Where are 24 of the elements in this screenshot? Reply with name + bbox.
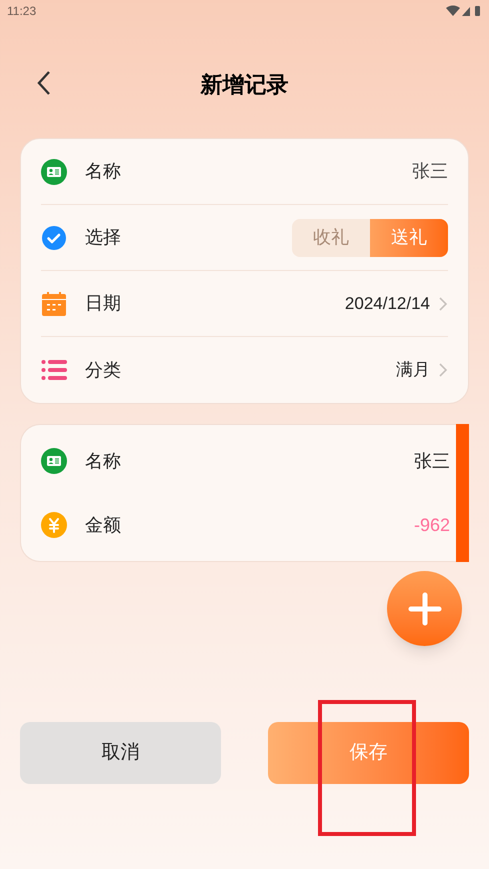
- field-value: -962: [414, 514, 450, 536]
- status-time: 11:23: [7, 3, 36, 20]
- plus-icon: [408, 592, 442, 626]
- field-value: 张三: [412, 160, 448, 183]
- page-title: 新增记录: [200, 70, 288, 98]
- id-card-icon: [41, 158, 67, 184]
- field-label: 名称: [85, 450, 122, 472]
- list-icon: [41, 359, 67, 381]
- yen-icon: [41, 512, 67, 538]
- status-icons: [446, 5, 482, 17]
- picker-value[interactable]: 满月: [396, 357, 430, 383]
- calendar-icon: [41, 290, 67, 316]
- chevron-right-icon: [438, 296, 448, 312]
- id-card-icon: [41, 448, 67, 474]
- field-label: 选择: [85, 226, 122, 249]
- cancel-button[interactable]: 取消: [20, 722, 221, 784]
- checkmark-icon: [41, 224, 67, 250]
- picker-value[interactable]: 2024/12/14: [344, 290, 430, 316]
- field-value: 张三: [414, 450, 450, 472]
- field-label: 日期: [85, 292, 122, 315]
- field-label: 金额: [85, 514, 122, 536]
- chevron-right-icon: [438, 362, 448, 378]
- field-label: 名称: [85, 160, 122, 183]
- field-label: 分类: [85, 358, 122, 382]
